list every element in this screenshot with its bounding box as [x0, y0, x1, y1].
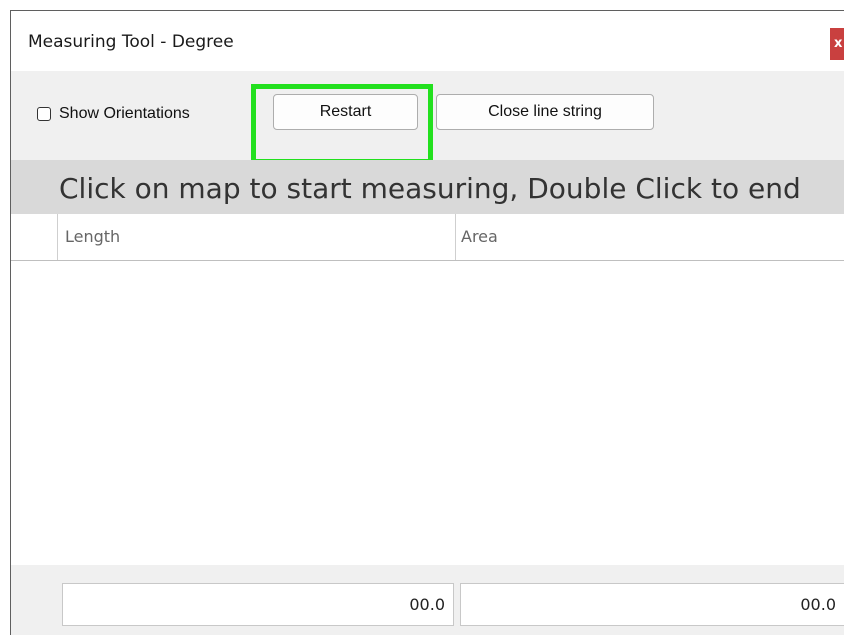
- column-header-area[interactable]: Area: [461, 214, 841, 260]
- table-header: Length Area: [11, 214, 844, 261]
- total-length-field: 00.0: [62, 583, 454, 626]
- close-line-string-button[interactable]: Close line string: [436, 94, 654, 130]
- total-area-field: 00.0: [460, 583, 844, 626]
- row-header-corner[interactable]: [11, 214, 58, 260]
- title-bar: Measuring Tool - Degree x: [11, 11, 844, 71]
- show-orientations-checkbox[interactable]: [37, 107, 51, 121]
- show-orientations-toggle[interactable]: Show Orientations: [37, 105, 190, 123]
- instruction-banner: Click on map to start measuring, Double …: [11, 160, 844, 214]
- measurements-table[interactable]: Length Area: [11, 214, 844, 565]
- measuring-tool-window: Measuring Tool - Degree x Show Orientati…: [10, 10, 844, 635]
- toolbar: Show Orientations Restart Close line str…: [11, 71, 844, 164]
- totals-footer: 00.0 00.0: [11, 565, 844, 635]
- instruction-text: Click on map to start measuring, Double …: [59, 172, 801, 205]
- window-title: Measuring Tool - Degree: [28, 32, 234, 52]
- close-window-button[interactable]: x: [830, 28, 844, 60]
- column-header-length[interactable]: Length: [65, 214, 456, 260]
- show-orientations-label: Show Orientations: [59, 105, 190, 122]
- table-body[interactable]: [11, 261, 844, 565]
- restart-button[interactable]: Restart: [273, 94, 418, 130]
